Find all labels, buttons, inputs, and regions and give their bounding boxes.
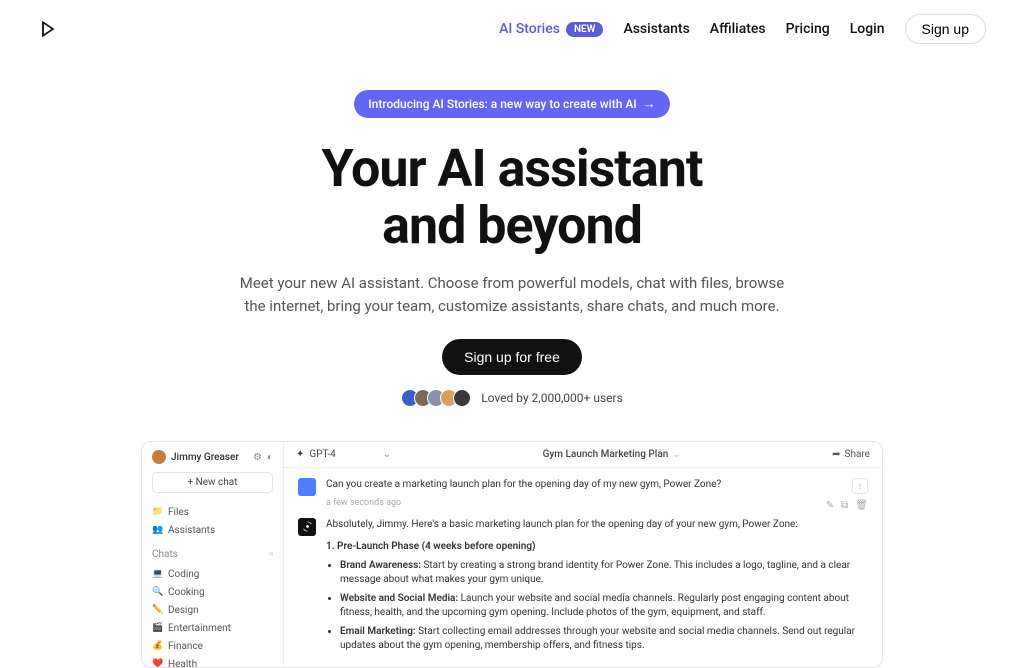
- signup-button[interactable]: Sign up: [905, 14, 986, 44]
- chat-label: Finance: [168, 641, 203, 652]
- announcement-text: Introducing AI Stories: a new way to cre…: [368, 97, 636, 111]
- user-name: Jimmy Greaser: [171, 452, 239, 463]
- logo[interactable]: [38, 19, 58, 39]
- msg-timestamp: a few seconds ago: [326, 497, 868, 510]
- sidebar-label: Files: [168, 507, 189, 518]
- chat-icon: 💻: [152, 569, 162, 579]
- chat-item[interactable]: 🔍 Cooking: [152, 583, 273, 601]
- model-name: GPT-4: [309, 449, 335, 460]
- bullet-item: Email Marketing: Start collecting email …: [340, 625, 868, 654]
- chat-title-text: Gym Launch Marketing Plan: [543, 449, 669, 460]
- top-nav: AI Stories NEW Assistants Affiliates Pri…: [499, 14, 986, 44]
- chat-item[interactable]: 💻 Coding: [152, 565, 273, 583]
- chat-label: Coding: [168, 569, 199, 580]
- edit-icon[interactable]: ✎: [826, 500, 834, 511]
- ai-heading: 1. Pre-Launch Phase (4 weeks before open…: [326, 541, 536, 552]
- chats-label: Chats: [152, 549, 178, 560]
- chevron-down-icon: ⌄: [383, 449, 391, 460]
- sidebar-icon: 📁: [152, 507, 162, 517]
- announcement-pill[interactable]: Introducing AI Stories: a new way to cre…: [354, 90, 669, 118]
- chat-title[interactable]: Gym Launch Marketing Plan ⌄: [543, 449, 681, 460]
- sidebar: Jimmy Greaser ⚙ ◐ + New chat 📁 Files 👥 Assi…: [142, 442, 284, 667]
- chat-label: Design: [168, 605, 199, 616]
- folder-add-icon[interactable]: ▫: [269, 549, 273, 560]
- share-icon: ➦: [832, 449, 840, 460]
- sidebar-icon: 👥: [152, 525, 162, 535]
- hero: Introducing AI Stories: a new way to cre…: [0, 90, 1024, 407]
- nav-login[interactable]: Login: [850, 21, 885, 37]
- share-button[interactable]: ➦ Share: [832, 449, 870, 460]
- ai-bullets: Brand Awareness: Start by creating a str…: [340, 559, 868, 654]
- chat-label: Cooking: [168, 587, 205, 598]
- sidebar-label: Assistants: [168, 525, 215, 536]
- main-panel: ✦ GPT-4 ⌄ Gym Launch Marketing Plan ⌄ ➦ …: [284, 442, 882, 667]
- gear-icon[interactable]: ⚙: [253, 452, 262, 463]
- chat-label: Entertainment: [168, 623, 231, 634]
- hero-subtitle: Meet your new AI assistant. Choose from …: [232, 272, 792, 317]
- nav-label: Pricing: [786, 21, 830, 37]
- avatar-stack: [401, 389, 471, 407]
- hero-title-line2: and beyond: [382, 195, 642, 256]
- user-msg-text: Can you create a marketing launch plan f…: [326, 478, 868, 493]
- nav-assistants[interactable]: Assistants: [623, 21, 689, 37]
- hero-title: Your AI assistant and beyond: [0, 140, 1024, 254]
- arrow-right-icon: →: [643, 96, 656, 112]
- nav-ai-stories[interactable]: AI Stories NEW: [499, 21, 603, 37]
- model-selector[interactable]: ✦ GPT-4 ⌄: [296, 449, 391, 460]
- message-area: Can you create a marketing launch plan f…: [284, 468, 882, 667]
- topbar: ✦ GPT-4 ⌄ Gym Launch Marketing Plan ⌄ ➦ …: [284, 442, 882, 468]
- social-proof: Loved by 2,000,000+ users: [0, 389, 1024, 407]
- chat-label: Health: [168, 659, 197, 668]
- sidebar-user[interactable]: Jimmy Greaser ⚙ ◐: [152, 450, 273, 464]
- share-label: Share: [845, 449, 870, 460]
- copy-icon[interactable]: ⧉: [841, 500, 848, 511]
- nav-label: AI Stories: [499, 21, 560, 37]
- ai-intro: Absolutely, Jimmy. Here's a basic market…: [326, 518, 868, 533]
- avatar: [453, 389, 471, 407]
- nav-affiliates[interactable]: Affiliates: [710, 21, 766, 37]
- user-msg-avatar: [298, 478, 316, 496]
- delete-icon[interactable]: 🗑: [855, 500, 868, 511]
- nav-pricing[interactable]: Pricing: [786, 21, 830, 37]
- social-text: Loved by 2,000,000+ users: [481, 391, 623, 405]
- app-preview: Jimmy Greaser ⚙ ◐ + New chat 📁 Files 👥 Assi…: [141, 441, 883, 668]
- chat-item[interactable]: ✏️ Design: [152, 601, 273, 619]
- user-avatar: [152, 450, 166, 464]
- expand-button[interactable]: ⁝: [852, 478, 868, 494]
- theme-icon[interactable]: ◐: [267, 452, 273, 463]
- chat-icon: 🔍: [152, 587, 162, 597]
- nav-label: Assistants: [623, 21, 689, 37]
- msg-actions: ✎ ⧉ 🗑: [826, 500, 868, 511]
- chat-item[interactable]: 🎬 Entertainment: [152, 619, 273, 637]
- nav-label: Affiliates: [710, 21, 766, 37]
- chat-icon: 🎬: [152, 623, 162, 633]
- ai-msg-avatar: [298, 518, 316, 536]
- sidebar-item[interactable]: 👥 Assistants: [152, 521, 273, 539]
- chat-item[interactable]: ❤️ Health: [152, 655, 273, 668]
- bullet-item: Website and Social Media: Launch your we…: [340, 592, 868, 621]
- nav-label: Login: [850, 21, 885, 37]
- chat-icon: ✏️: [152, 605, 162, 615]
- user-message: Can you create a marketing launch plan f…: [298, 478, 868, 510]
- sparkle-icon: ✦: [296, 449, 304, 460]
- badge-new: NEW: [566, 22, 604, 37]
- sidebar-item[interactable]: 📁 Files: [152, 503, 273, 521]
- hero-title-line1: Your AI assistant: [322, 138, 703, 199]
- ai-message: Absolutely, Jimmy. Here's a basic market…: [298, 518, 868, 658]
- bullet-item: Brand Awareness: Start by creating a str…: [340, 559, 868, 588]
- chat-icon: 💰: [152, 641, 162, 651]
- chats-section-label: Chats ▫: [152, 549, 273, 560]
- chat-icon: ❤️: [152, 659, 162, 668]
- cta-signup-button[interactable]: Sign up for free: [442, 339, 582, 375]
- chat-item[interactable]: 💰 Finance: [152, 637, 273, 655]
- new-chat-button[interactable]: + New chat: [152, 472, 273, 493]
- chevron-down-icon: ⌄: [672, 449, 680, 460]
